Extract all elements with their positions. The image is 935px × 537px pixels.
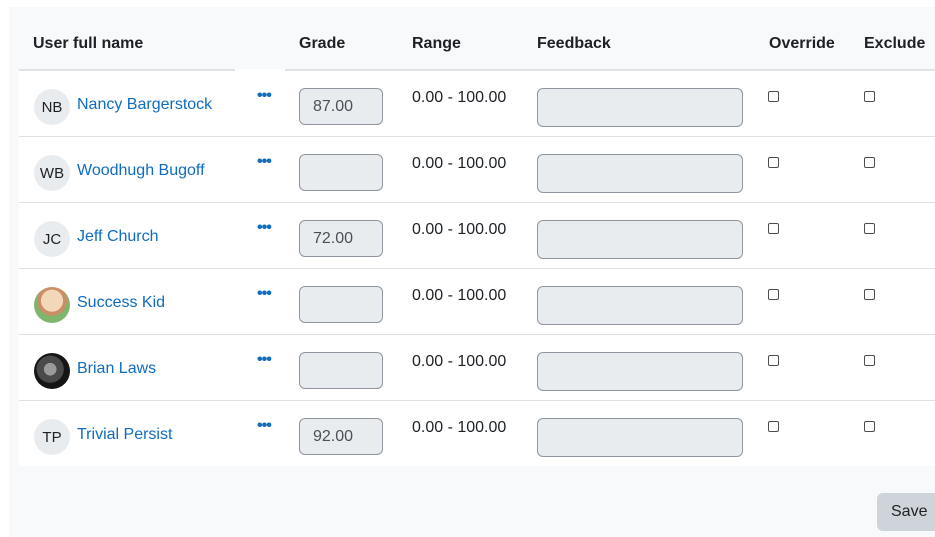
grades-table: User full name Grade Range Feedback Over… xyxy=(19,18,935,466)
header-range: Range xyxy=(412,35,461,52)
exclude-checkbox[interactable] xyxy=(864,223,875,234)
range-value: 0.00 - 100.00 xyxy=(412,155,507,172)
avatar: WB xyxy=(34,155,70,191)
table-row: Brian Laws ••• 0.00 - 100.00 xyxy=(19,334,935,400)
feedback-input[interactable] xyxy=(537,286,743,325)
exclude-checkbox[interactable] xyxy=(864,355,875,366)
override-checkbox[interactable] xyxy=(768,355,779,366)
grade-input[interactable] xyxy=(299,154,383,191)
more-actions-icon[interactable]: ••• xyxy=(257,220,272,236)
exclude-checkbox[interactable] xyxy=(864,157,875,168)
avatar: NB xyxy=(34,89,70,125)
save-button[interactable]: Save xyxy=(877,493,935,531)
feedback-input[interactable] xyxy=(537,418,743,457)
table-row: JC Jeff Church ••• 72.00 0.00 - 100.00 xyxy=(19,202,935,268)
table-row: NB Nancy Bargerstock ••• 87.00 0.00 - 10… xyxy=(19,71,935,136)
range-value: 0.00 - 100.00 xyxy=(412,419,507,436)
avatar xyxy=(34,353,70,389)
exclude-checkbox[interactable] xyxy=(864,289,875,300)
range-value: 0.00 - 100.00 xyxy=(412,221,507,238)
user-name-link[interactable]: Nancy Bargerstock xyxy=(77,96,212,114)
grade-input[interactable] xyxy=(299,286,383,323)
grade-input[interactable] xyxy=(299,352,383,389)
exclude-checkbox[interactable] xyxy=(864,91,875,102)
table-row: TP Trivial Persist ••• 92.00 0.00 - 100.… xyxy=(19,400,935,466)
more-actions-icon[interactable]: ••• xyxy=(257,88,272,104)
feedback-input[interactable] xyxy=(537,154,743,193)
more-actions-icon[interactable]: ••• xyxy=(257,286,272,302)
override-checkbox[interactable] xyxy=(768,289,779,300)
table-row: WB Woodhugh Bugoff ••• 0.00 - 100.00 xyxy=(19,136,935,202)
feedback-input[interactable] xyxy=(537,352,743,391)
user-name-link[interactable]: Woodhugh Bugoff xyxy=(77,162,205,180)
feedback-input[interactable] xyxy=(537,220,743,259)
header-grade: Grade xyxy=(299,35,346,52)
more-actions-icon[interactable]: ••• xyxy=(257,418,272,434)
range-value: 0.00 - 100.00 xyxy=(412,353,507,370)
override-checkbox[interactable] xyxy=(768,421,779,432)
feedback-input[interactable] xyxy=(537,88,743,127)
header-feedback: Feedback xyxy=(537,35,611,52)
grade-input[interactable]: 92.00 xyxy=(299,418,383,455)
user-name-link[interactable]: Brian Laws xyxy=(77,360,156,378)
override-checkbox[interactable] xyxy=(768,157,779,168)
grade-input[interactable]: 72.00 xyxy=(299,220,383,257)
more-actions-icon[interactable]: ••• xyxy=(257,352,272,368)
avatar: TP xyxy=(34,419,70,455)
override-checkbox[interactable] xyxy=(768,223,779,234)
header-override: Override xyxy=(769,35,835,52)
avatar: JC xyxy=(34,221,70,257)
header-user-full-name[interactable]: User full name xyxy=(33,35,143,53)
exclude-checkbox[interactable] xyxy=(864,421,875,432)
table-row: Success Kid ••• 0.00 - 100.00 xyxy=(19,268,935,334)
grade-input[interactable]: 87.00 xyxy=(299,88,383,125)
header-exclude: Exclude xyxy=(864,35,926,52)
table-header: User full name Grade Range Feedback Over… xyxy=(19,18,935,71)
user-name-link[interactable]: Jeff Church xyxy=(77,228,159,246)
avatar xyxy=(34,287,70,323)
range-value: 0.00 - 100.00 xyxy=(412,287,507,304)
user-name-link[interactable]: Success Kid xyxy=(77,294,165,312)
range-value: 0.00 - 100.00 xyxy=(412,89,507,106)
more-actions-icon[interactable]: ••• xyxy=(257,154,272,170)
override-checkbox[interactable] xyxy=(768,91,779,102)
user-name-link[interactable]: Trivial Persist xyxy=(77,426,172,444)
